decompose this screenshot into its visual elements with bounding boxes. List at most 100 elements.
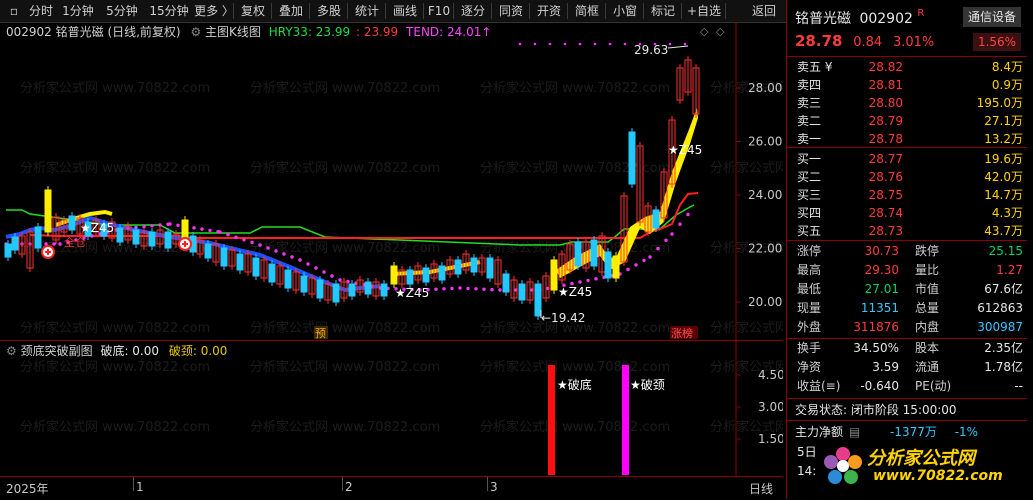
toolbar-item-4[interactable]: 更多 〉 [194, 0, 234, 22]
magenta-dot [563, 42, 567, 46]
toolbar-item-17[interactable]: +自选 [682, 0, 726, 22]
price-row: 28.78 0.84 3.01% [795, 32, 934, 50]
time-tick-2 [342, 477, 343, 491]
chart-icon[interactable]: ▤ [849, 425, 860, 439]
watermark-text: 分析家公式网 www.70822.com [20, 419, 210, 435]
magenta-dot [578, 42, 582, 46]
buy-price: 28.77 [868, 152, 903, 166]
toolbar-item-1[interactable]: 1分钟 [56, 0, 100, 22]
candle-body [454, 259, 462, 275]
sell-volume: 195.0万 [976, 96, 1023, 110]
stat-row: 最高 29.30 量比 1.27 [787, 261, 1027, 280]
sell-row[interactable]: 卖四 28.81 0.9万 [787, 76, 1027, 94]
sell-row[interactable]: 卖二 28.79 27.1万 [787, 112, 1027, 130]
magenta-dot [58, 242, 62, 246]
toolbar-item-11[interactable]: 逐分 [454, 0, 492, 22]
stat-l2: 流通 [915, 360, 940, 374]
toolbar-item-15[interactable]: 小窗 [606, 0, 644, 22]
buy-label: 买五 [797, 224, 822, 238]
magenta-dot [593, 42, 597, 46]
stat-l1: 换手 [797, 341, 822, 355]
buy-row[interactable]: 买三 28.75 14.7万 [787, 186, 1027, 204]
day-label[interactable]: 5日 [797, 443, 817, 460]
toolbar-item-13[interactable]: 开资 [530, 0, 568, 22]
stat-v1: 34.50% [853, 341, 899, 355]
toolbar-item-3[interactable]: 15分钟 [144, 0, 194, 22]
stat-l1: 净资 [797, 360, 822, 374]
magenta-dot [250, 240, 254, 245]
toolbar-item-18[interactable]: 返回 [744, 0, 784, 22]
menu-square-icon[interactable]: ▫ [6, 0, 22, 22]
buy-row[interactable]: 买五 28.73 43.7万 [787, 222, 1027, 240]
red-support-line [29, 192, 699, 239]
magenta-dot [330, 274, 334, 278]
magenta-dot [634, 263, 638, 267]
magenta-dot [150, 224, 154, 228]
magenta-dot [678, 222, 682, 226]
candle-body [380, 283, 388, 297]
toolbar-item-8[interactable]: 统计 [348, 0, 386, 22]
main-kline-chart[interactable]: 002902 铭普光磁 (日线,前复权) ⚙ 主图K线图 HRY33: 23.9… [0, 22, 783, 340]
watermark-text: 分析家公式网 www.70822.com [250, 240, 440, 256]
trade-status: 交易状态: 闭市阶段 15:00:00 [795, 403, 957, 417]
magenta-dot [670, 232, 674, 236]
candle-body [316, 279, 324, 299]
pojing-signal-label: ★破颈 [630, 377, 665, 392]
magenta-dot [656, 246, 660, 251]
low-price-label: ←19.42 [541, 311, 585, 325]
sell-volume: 27.1万 [984, 114, 1023, 128]
sub-tick-label: 1.50 [758, 432, 783, 446]
stat-v1: 27.01 [864, 282, 899, 296]
toolbar-item-16[interactable]: 标记 [644, 0, 682, 22]
magenta-dot [683, 42, 687, 46]
toolbar-item-6[interactable]: 叠加 [272, 0, 310, 22]
time-tick-1 [133, 477, 134, 491]
industry-tag[interactable]: 通信设备 [963, 7, 1021, 27]
sell-row[interactable]: 卖三 28.80 195.0万 [787, 94, 1027, 112]
toolbar-item-5[interactable]: 复权 [234, 0, 272, 22]
stat-v1: 3.59 [872, 360, 899, 374]
stat-row: 换手 34.50% 股本 2.35亿 [787, 339, 1027, 358]
candle-body [364, 281, 372, 295]
watermark-text: 分析家公式网 www.70822.com [480, 419, 670, 435]
main-flow-row[interactable]: 主力净额 ▤ -1377万 -1% [795, 423, 978, 440]
magenta-dot [52, 242, 56, 246]
panel-divider [787, 420, 1027, 421]
watermark-text: 分析家公式网 www.70822.com [250, 160, 440, 176]
sub-indicator-chart[interactable]: ⚙ 颈底突破副图 破底: 0.00 破颈: 0.00 分析家公式网 www.70… [0, 340, 783, 477]
candle-body [438, 265, 446, 281]
toolbar-item-12[interactable]: 同资 [492, 0, 530, 22]
toolbar-item-2[interactable]: 5分钟 [100, 0, 144, 22]
buy-label: 买一 [797, 152, 822, 166]
magenta-dot [626, 267, 630, 272]
watermark-text: 分析家公式网 www.70822.com [20, 80, 210, 96]
toolbar-item-9[interactable]: 画线 [386, 0, 424, 22]
candle-body [332, 283, 340, 303]
candle-body [422, 267, 430, 283]
high-price-pointer [667, 45, 689, 49]
magenta-dot [482, 287, 486, 291]
stat-v2: 300987 [977, 320, 1023, 334]
sell-row[interactable]: 卖一 28.78 13.2万 [787, 130, 1027, 148]
magenta-dot [434, 287, 438, 291]
buy-row[interactable]: 买四 28.74 4.3万 [787, 204, 1027, 222]
sell-label: 卖二 [797, 114, 822, 128]
toolbar-item-7[interactable]: 多股 [310, 0, 348, 22]
magenta-dot [306, 262, 310, 266]
buy-row[interactable]: 买一 28.77 19.6万 [787, 150, 1027, 168]
magenta-dot [474, 287, 478, 291]
quote-panel: 铭普光磁 002902 R 通信设备 28.78 0.84 3.01% 1.56… [786, 0, 1033, 499]
period-label[interactable]: 日线 [749, 480, 773, 497]
magenta-dot [642, 258, 646, 263]
stat-v1: -0.640 [860, 379, 899, 393]
magenta-dot [192, 226, 196, 230]
magenta-dot [498, 288, 502, 292]
toolbar-item-14[interactable]: 简框 [568, 0, 606, 22]
toolbar-item-10[interactable]: F10 [424, 0, 454, 22]
magenta-dot [518, 42, 522, 46]
sell-row[interactable]: 卖五 ¥ 28.82 8.4万 [787, 58, 1027, 76]
buy-row[interactable]: 买二 28.76 42.0万 [787, 168, 1027, 186]
sell-label: 卖四 [797, 78, 822, 92]
toolbar-item-0[interactable]: 分时 [26, 0, 56, 22]
magenta-dot [322, 270, 326, 274]
